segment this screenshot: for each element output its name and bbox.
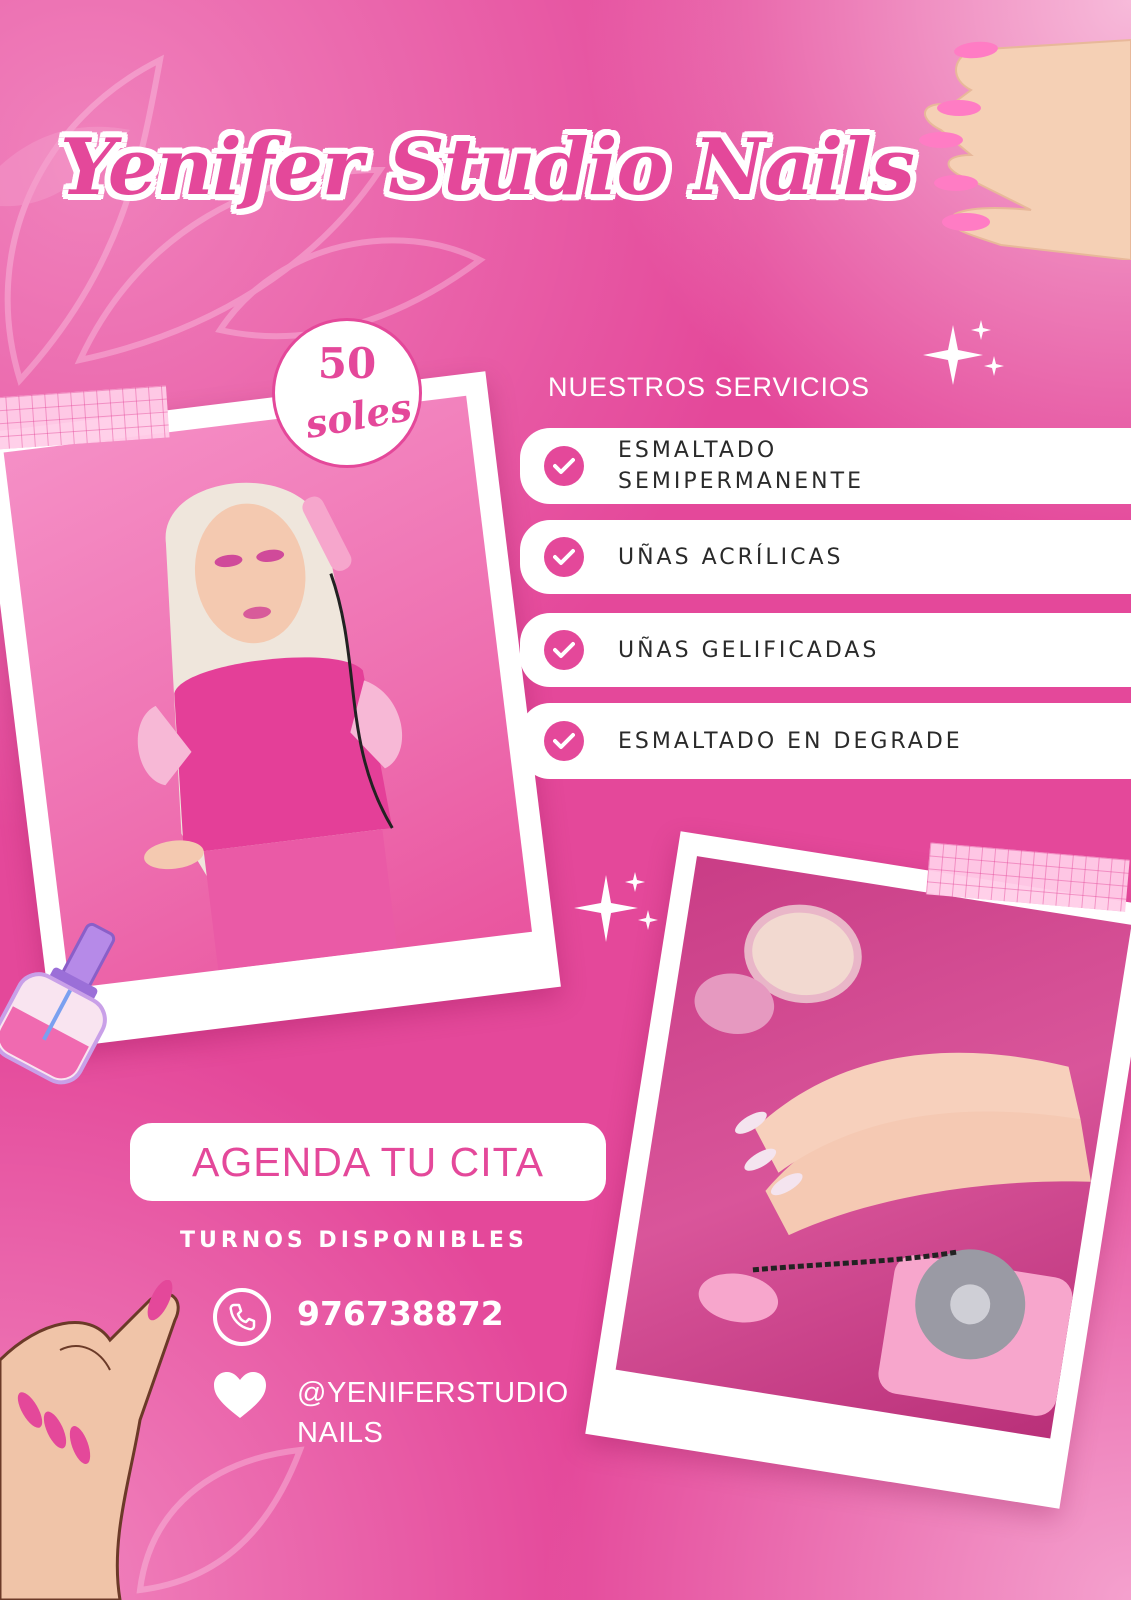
services-heading: NUESTROS SERVICIOS	[548, 372, 871, 402]
leaf-decoration	[136, 1446, 305, 1594]
model-photo	[3, 395, 532, 989]
service-label: ESMALTADO SEMIPERMANENTE	[618, 438, 864, 494]
service-item: ESMALTADO SEMIPERMANENTE	[520, 428, 1131, 504]
phone-number[interactable]: 976738872	[297, 1294, 504, 1333]
service-item: UÑAS GELIFICADAS	[520, 613, 1131, 687]
service-label: UÑAS GELIFICADAS	[618, 637, 880, 663]
book-appointment-label: AGENDA TU CITA	[192, 1138, 544, 1185]
price-unit: soles	[301, 384, 415, 447]
check-icon	[544, 537, 584, 577]
service-item: UÑAS ACRÍLICAS	[520, 520, 1131, 594]
nails-photo	[615, 856, 1131, 1439]
book-appointment-button[interactable]: AGENDA TU CITA	[130, 1123, 606, 1201]
service-item: ESMALTADO EN DEGRADE	[520, 703, 1131, 779]
instagram-handle[interactable]: @YENIFERSTUDIO NAILS	[297, 1373, 587, 1453]
hand-illustration	[919, 38, 1131, 260]
availability-subtitle: TURNOS DISPONIBLES	[180, 1228, 528, 1253]
check-icon	[544, 630, 584, 670]
check-icon	[544, 446, 584, 486]
sparkle-icon	[574, 872, 658, 942]
sparkle-icon	[923, 320, 1004, 385]
page-title: Yenifer Studio Nails	[60, 122, 915, 214]
service-label: ESMALTADO EN DEGRADE	[618, 728, 963, 754]
photo-frame	[585, 831, 1131, 1509]
heart-icon	[214, 1372, 266, 1418]
service-label: UÑAS ACRÍLICAS	[618, 544, 844, 570]
check-icon	[544, 721, 584, 761]
phone-icon	[213, 1288, 271, 1346]
price-amount: 50	[317, 339, 377, 388]
price-badge: 50 soles	[272, 318, 422, 468]
